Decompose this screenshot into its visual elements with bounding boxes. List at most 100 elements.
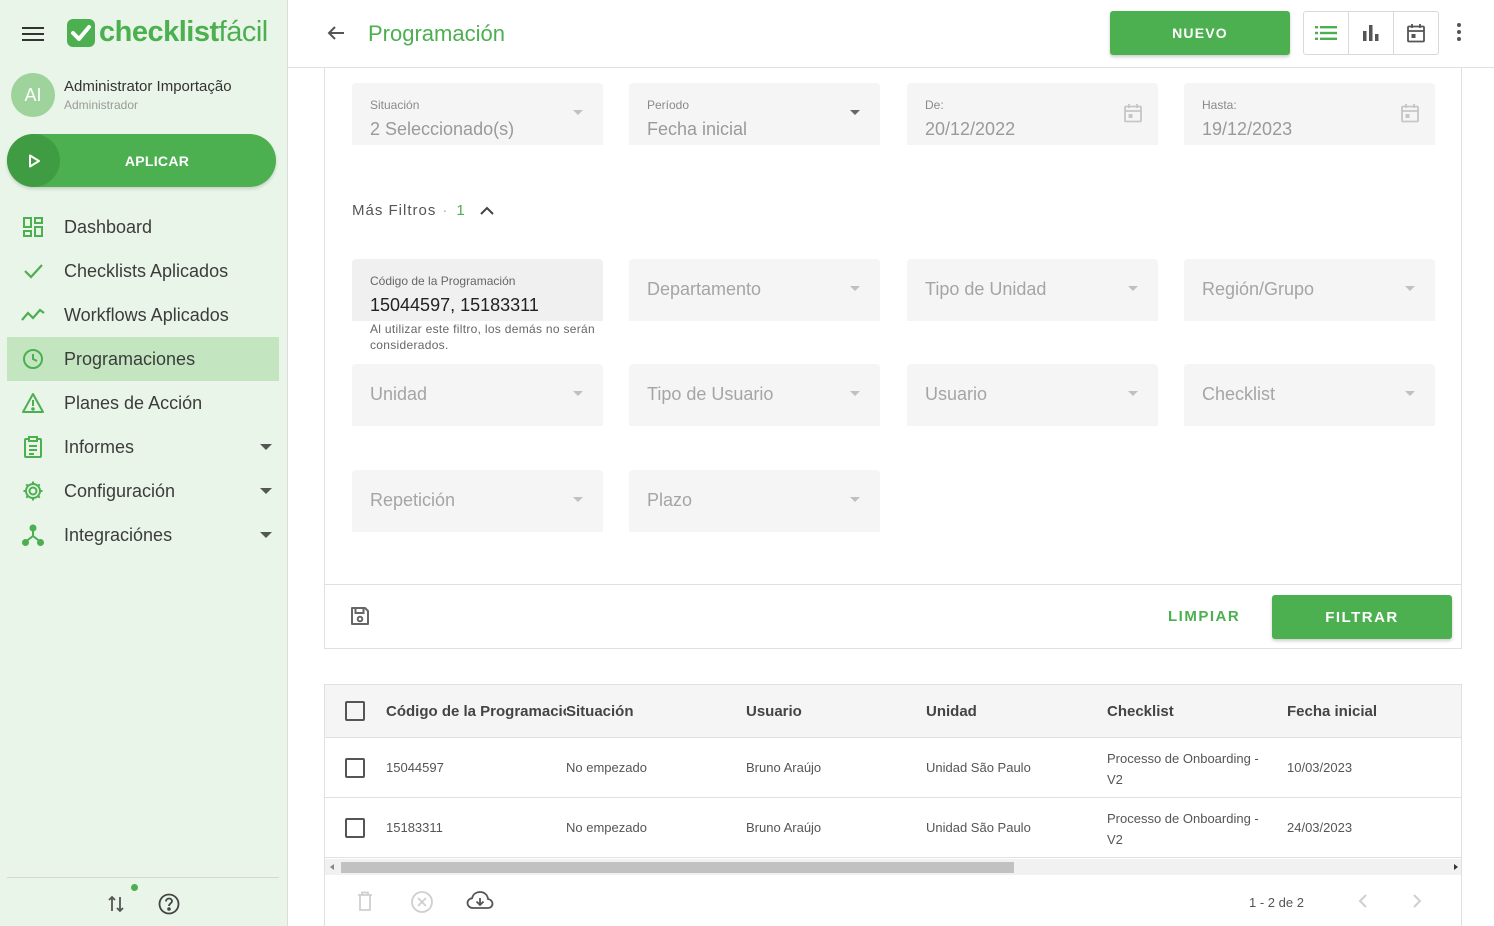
- calendar-view-button[interactable]: [1394, 12, 1438, 54]
- table-footer: 1 - 2 de 2: [325, 875, 1461, 926]
- field-placeholder: Departamento: [647, 279, 762, 299]
- filter-button[interactable]: FILTRAR: [1272, 595, 1452, 639]
- field-placeholder: Checklist: [1202, 384, 1276, 404]
- sidebar-item-configuracion[interactable]: Configuración: [7, 469, 279, 513]
- apply-button[interactable]: APLICAR: [7, 134, 276, 187]
- table-header: Código de la Programación Situación Usua…: [325, 685, 1461, 738]
- delete-icon[interactable]: [355, 890, 375, 912]
- sidebar-item-checklists[interactable]: Checklists Aplicados: [7, 249, 279, 293]
- top-bar: Programación NUEVO: [288, 0, 1494, 68]
- logo[interactable]: checklistfácil: [67, 16, 268, 49]
- cell-codigo: 15183311: [386, 820, 443, 835]
- sidebar-item-integraciones[interactable]: Integraciónes: [7, 513, 279, 557]
- table-row[interactable]: 15044597 No empezado Bruno Araújo Unidad…: [325, 738, 1461, 798]
- more-filters-toggle[interactable]: Más Filtros · 1: [352, 202, 494, 219]
- calendar-icon: [1407, 24, 1425, 43]
- sidebar-item-dashboard[interactable]: Dashboard: [7, 205, 279, 249]
- date-from-field[interactable]: De: 20/12/2022: [907, 83, 1158, 145]
- select-all-checkbox[interactable]: [345, 701, 365, 721]
- field-placeholder: Unidad: [370, 384, 428, 404]
- sort-icon[interactable]: [107, 894, 125, 914]
- separator-dot: ·: [442, 202, 449, 219]
- date-to-field[interactable]: Hasta: 19/12/2023: [1184, 83, 1435, 145]
- new-button[interactable]: NUEVO: [1110, 11, 1290, 55]
- chart-view-button[interactable]: [1349, 12, 1394, 54]
- column-header[interactable]: Código de la Programación: [386, 703, 566, 720]
- list-view-button[interactable]: [1304, 12, 1349, 54]
- region-grupo-select[interactable]: Región/Grupo: [1184, 259, 1435, 321]
- field-placeholder: Tipo de Usuario: [647, 384, 774, 404]
- user-name: Administrator Importação: [64, 78, 232, 95]
- field-value: Fecha inicial: [647, 119, 748, 139]
- sidebar-item-planes[interactable]: Planes de Acción: [7, 381, 279, 425]
- sidebar-item-label: Checklists Aplicados: [64, 260, 229, 281]
- cell-unidad: Unidad São Paulo: [926, 760, 1031, 775]
- sidebar-item-label: Planes de Acción: [64, 392, 203, 413]
- more-options-icon[interactable]: [1456, 22, 1462, 42]
- more-filters-label: Más Filtros: [352, 202, 437, 219]
- user-role: Administrador: [64, 98, 139, 112]
- scroll-left-arrow[interactable]: [330, 864, 334, 870]
- scroll-right-arrow[interactable]: [1454, 864, 1458, 870]
- table-row[interactable]: 15183311 No empezado Bruno Araújo Unidad…: [325, 798, 1461, 858]
- cloud-download-icon[interactable]: [466, 890, 494, 912]
- chevron-right-icon[interactable]: [1412, 893, 1422, 909]
- field-value: 20/12/2022: [925, 119, 1016, 139]
- field-placeholder: Región/Grupo: [1202, 279, 1315, 299]
- programaciones-table: Código de la Programación Situación Usua…: [324, 684, 1462, 926]
- calendar-icon[interactable]: [1400, 103, 1420, 123]
- codigo-programacion-input[interactable]: Código de la Programación 15044597, 1518…: [352, 259, 603, 321]
- field-value: 15044597, 15183311: [370, 295, 539, 315]
- horizontal-scrollbar[interactable]: [325, 859, 1461, 875]
- sidebar-item-label: Informes: [64, 436, 135, 457]
- column-header[interactable]: Usuario: [746, 703, 802, 720]
- column-header[interactable]: Fecha inicial: [1287, 703, 1377, 720]
- plazo-select[interactable]: Plazo: [629, 470, 880, 532]
- back-arrow-icon[interactable]: [326, 23, 346, 43]
- pagination-info: 1 - 2 de 2: [1249, 895, 1304, 910]
- trend-icon: [21, 303, 45, 327]
- menu-icon[interactable]: [22, 24, 44, 44]
- caret-down-icon: [260, 488, 272, 494]
- logo-text: checklistfácil: [99, 16, 268, 48]
- checklist-select[interactable]: Checklist: [1184, 364, 1435, 426]
- calendar-icon[interactable]: [1123, 103, 1143, 123]
- save-icon[interactable]: [349, 605, 371, 627]
- unidad-select[interactable]: Unidad: [352, 364, 603, 426]
- field-placeholder: Plazo: [647, 490, 693, 510]
- help-icon[interactable]: [158, 893, 180, 915]
- row-checkbox[interactable]: [345, 818, 365, 838]
- periodo-select[interactable]: Período Fecha inicial: [629, 83, 880, 145]
- column-header[interactable]: Unidad: [926, 703, 977, 720]
- repeticion-select[interactable]: Repetición: [352, 470, 603, 532]
- column-header[interactable]: Checklist: [1107, 703, 1174, 720]
- integration-icon: [21, 523, 45, 547]
- situacion-select[interactable]: Situación 2 Seleccionado(s): [352, 83, 603, 145]
- view-toggle: [1303, 11, 1439, 55]
- field-label: De:: [925, 98, 944, 112]
- clear-button[interactable]: LIMPIAR: [1168, 608, 1240, 625]
- chevron-left-icon[interactable]: [1358, 893, 1368, 909]
- cancel-icon[interactable]: [410, 890, 434, 914]
- usuario-select[interactable]: Usuario: [907, 364, 1158, 426]
- field-label: Código de la Programación: [370, 274, 516, 288]
- departamento-select[interactable]: Departamento: [629, 259, 880, 321]
- column-header[interactable]: Situación: [566, 703, 634, 720]
- user-profile[interactable]: AI Administrator Importação Administrado…: [11, 73, 232, 117]
- scrollbar-thumb[interactable]: [341, 862, 1014, 873]
- sidebar-item-programaciones[interactable]: Programaciones: [7, 337, 279, 381]
- sidebar-item-informes[interactable]: Informes: [7, 425, 279, 469]
- tipo-usuario-select[interactable]: Tipo de Usuario: [629, 364, 880, 426]
- notification-dot: [131, 884, 138, 891]
- tipo-unidad-select[interactable]: Tipo de Unidad: [907, 259, 1158, 321]
- caret-down-icon: [573, 110, 583, 115]
- cell-situacion: No empezado: [566, 820, 647, 835]
- sidebar-item-workflows[interactable]: Workflows Aplicados: [7, 293, 279, 337]
- caret-down-icon: [573, 497, 583, 502]
- row-checkbox[interactable]: [345, 758, 365, 778]
- sidebar: checklistfácil AI Administrator Importaç…: [0, 0, 288, 926]
- play-icon: [7, 134, 60, 187]
- field-label: Período: [647, 98, 690, 112]
- sidebar-item-label: Dashboard: [64, 216, 153, 237]
- caret-down-icon: [1405, 391, 1415, 396]
